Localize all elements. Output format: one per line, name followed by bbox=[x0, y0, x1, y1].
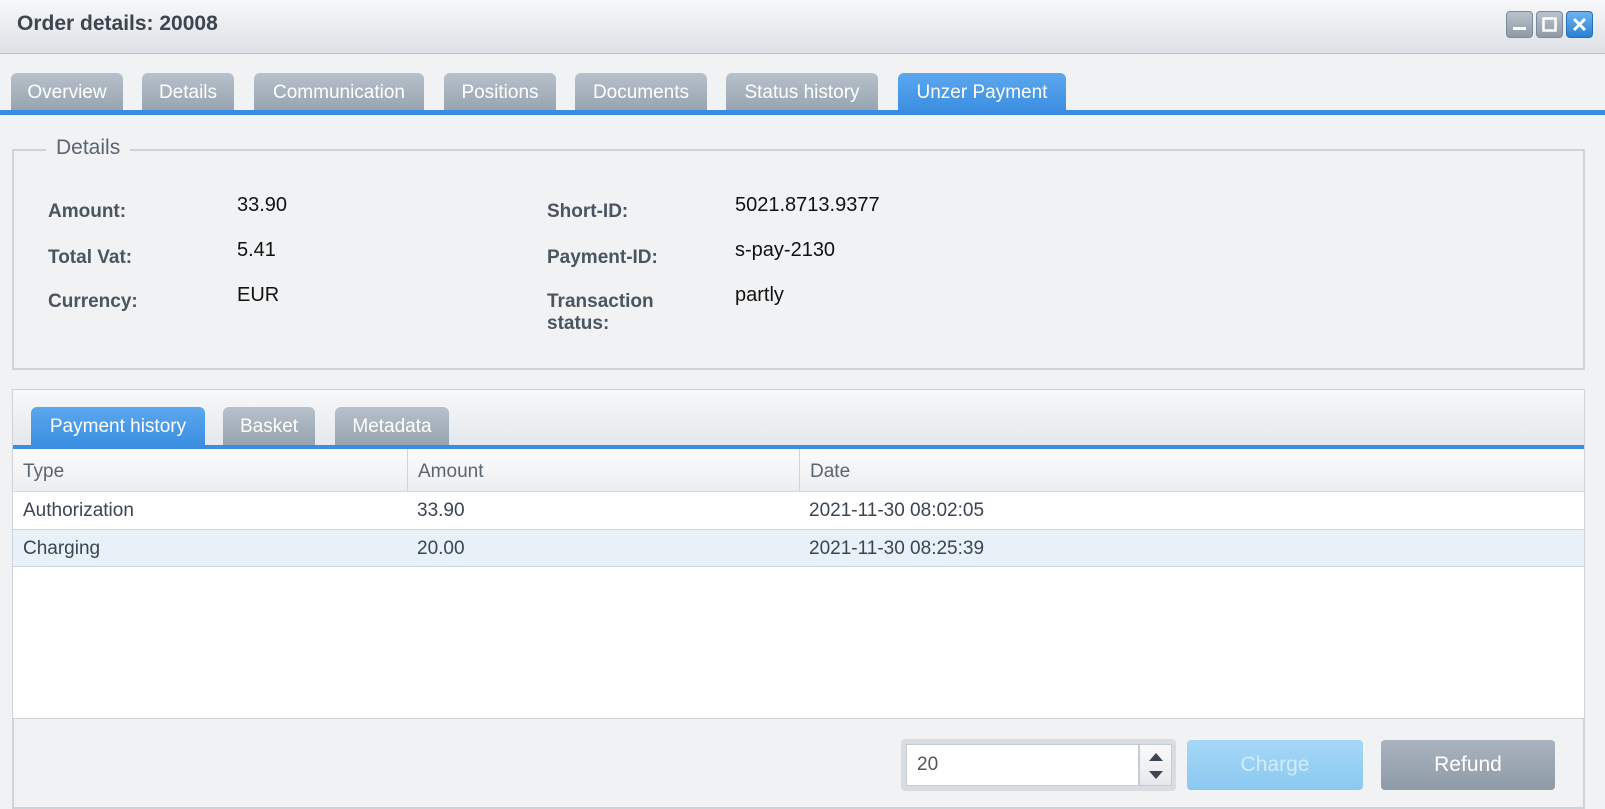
minimize-button[interactable] bbox=[1506, 11, 1533, 38]
row-date: 2021-11-30 08:02:05 bbox=[809, 500, 985, 521]
column-header-amount[interactable]: Amount bbox=[407, 449, 799, 492]
transaction-status-value: partly bbox=[735, 284, 784, 306]
payment-history-grid: Type Amount Date Authorization 33.90 202… bbox=[13, 449, 1584, 719]
tab-documents[interactable]: Documents bbox=[575, 73, 707, 113]
grid-header: Type Amount Date bbox=[13, 449, 1584, 492]
tab-underline bbox=[0, 110, 1605, 115]
close-icon bbox=[1572, 17, 1587, 32]
minimize-icon bbox=[1513, 27, 1526, 30]
window-controls bbox=[1506, 11, 1593, 38]
transaction-status-label: Transaction status: bbox=[547, 291, 654, 335]
payment-id-label: Payment-ID: bbox=[547, 247, 658, 268]
subtab-payment-history[interactable]: Payment history bbox=[31, 407, 205, 446]
window-titlebar: Order details: 20008 bbox=[0, 0, 1605, 54]
details-legend: Details bbox=[46, 136, 131, 160]
transaction-status-label-line2: status: bbox=[547, 313, 610, 334]
refund-button[interactable]: Refund bbox=[1381, 740, 1555, 790]
amount-label: Amount: bbox=[48, 201, 127, 222]
row-date: 2021-11-30 08:25:39 bbox=[809, 538, 985, 559]
maximize-button[interactable] bbox=[1536, 11, 1563, 38]
column-header-type[interactable]: Type bbox=[13, 449, 407, 492]
close-button[interactable] bbox=[1566, 11, 1593, 38]
transaction-status-label-line1: Transaction bbox=[547, 291, 654, 312]
amount-value: 33.90 bbox=[237, 194, 288, 216]
total-vat-value: 5.41 bbox=[237, 239, 276, 261]
table-row[interactable]: Authorization 33.90 2021-11-30 08:02:05 bbox=[13, 492, 1584, 530]
total-vat-label: Total Vat: bbox=[48, 247, 133, 268]
payment-id-value: s-pay-2130 bbox=[735, 239, 836, 261]
short-id-label: Short-ID: bbox=[547, 201, 629, 222]
tab-communication[interactable]: Communication bbox=[254, 73, 424, 113]
subtab-basket[interactable]: Basket bbox=[223, 407, 315, 446]
maximize-icon bbox=[1542, 17, 1557, 32]
table-row[interactable]: Charging 20.00 2021-11-30 08:25:39 bbox=[13, 529, 1584, 567]
window-title: Order details: 20008 bbox=[17, 12, 218, 35]
charge-button[interactable]: Charge bbox=[1187, 740, 1363, 790]
tab-status-history[interactable]: Status history bbox=[726, 73, 878, 113]
row-type: Authorization bbox=[23, 500, 134, 521]
tab-unzer-payment[interactable]: Unzer Payment bbox=[898, 73, 1066, 113]
arrow-up-icon[interactable] bbox=[1149, 753, 1163, 761]
stepper-arrows bbox=[1139, 744, 1172, 786]
tab-positions[interactable]: Positions bbox=[444, 73, 556, 113]
row-amount: 20.00 bbox=[417, 538, 465, 559]
amount-input[interactable]: 20 bbox=[906, 744, 1139, 786]
row-amount: 33.90 bbox=[417, 500, 465, 521]
column-header-date[interactable]: Date bbox=[799, 449, 1584, 492]
subtab-metadata[interactable]: Metadata bbox=[335, 407, 449, 446]
tab-details[interactable]: Details bbox=[142, 73, 234, 113]
short-id-value: 5021.8713.9377 bbox=[735, 194, 880, 216]
currency-label: Currency: bbox=[48, 291, 138, 312]
currency-value: EUR bbox=[237, 284, 280, 306]
arrow-down-icon[interactable] bbox=[1149, 771, 1163, 779]
row-type: Charging bbox=[23, 538, 101, 559]
main-tabbar: Overview Details Communication Positions… bbox=[0, 54, 1605, 116]
tab-overview[interactable]: Overview bbox=[11, 73, 123, 113]
amount-stepper: 20 bbox=[901, 739, 1176, 791]
